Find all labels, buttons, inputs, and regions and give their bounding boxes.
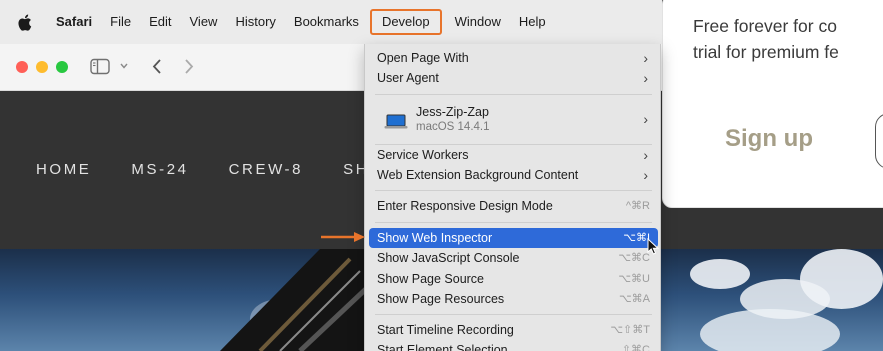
menu-item-responsive-design-mode[interactable]: Enter Responsive Design Mode ^⌘R xyxy=(369,196,658,216)
menu-separator xyxy=(375,222,652,223)
menu-item-label: Start Element Selection xyxy=(377,343,508,351)
submenu-chevron-icon: › xyxy=(643,70,648,86)
sign-up-link[interactable]: Sign up xyxy=(725,125,813,153)
menu-item-user-agent[interactable]: User Agent › xyxy=(369,68,658,88)
annotation-arrow-icon xyxy=(321,232,365,242)
menu-item-page-resources[interactable]: Show Page Resources ⌥⌘A xyxy=(369,289,658,309)
secondary-button[interactable] xyxy=(875,113,883,169)
menu-separator xyxy=(375,314,652,315)
device-os: macOS 14.4.1 xyxy=(416,121,490,133)
shortcut-label: ⌥⌘U xyxy=(618,273,650,285)
device-name: Jess-Zip-Zap xyxy=(416,105,489,119)
menu-item-page-source[interactable]: Show Page Source ⌥⌘U xyxy=(369,269,658,289)
menu-develop[interactable]: Develop xyxy=(369,9,442,35)
zoom-window-button[interactable] xyxy=(56,61,68,73)
menu-item-device[interactable]: Jess-Zip-Zap macOS 14.4.1 › xyxy=(369,101,658,141)
menu-item-label: Open Page With xyxy=(377,51,469,65)
develop-menu: Open Page With › User Agent › Jess-Zip-Z… xyxy=(364,44,661,351)
nav-ms24-link[interactable]: MS-24 xyxy=(131,161,188,178)
menu-item-label: Start Timeline Recording xyxy=(377,323,514,337)
menu-item-label: Web Extension Background Content xyxy=(377,168,579,182)
close-window-button[interactable] xyxy=(16,61,28,73)
menu-item-service-workers[interactable]: Service Workers › xyxy=(369,145,658,165)
card-text-line1: Free forever for co xyxy=(693,16,837,36)
menu-file[interactable]: File xyxy=(101,9,140,35)
submenu-chevron-icon: › xyxy=(643,147,648,163)
submenu-chevron-icon: › xyxy=(643,50,648,66)
card-description: Free forever for co trial for premium fe xyxy=(693,13,839,65)
back-icon[interactable] xyxy=(152,58,162,75)
menu-window[interactable]: Window xyxy=(446,9,510,35)
forward-icon[interactable] xyxy=(184,58,194,75)
sidebar-icon[interactable] xyxy=(90,58,110,75)
shortcut-label: ⌥⇧⌘T xyxy=(610,324,650,336)
menu-edit[interactable]: Edit xyxy=(140,9,180,35)
submenu-chevron-icon: › xyxy=(643,167,648,183)
card-text-line2: trial for premium fe xyxy=(693,42,839,62)
menu-item-label: Show Page Source xyxy=(377,272,485,286)
menu-item-web-extension-background[interactable]: Web Extension Background Content › xyxy=(369,165,658,185)
menu-item-element-selection[interactable]: Start Element Selection ⇧⌘C xyxy=(369,340,658,351)
shortcut-label: ⇧⌘C xyxy=(621,344,650,351)
menu-item-label: User Agent xyxy=(377,71,439,85)
submenu-chevron-icon: › xyxy=(643,111,648,127)
shortcut-label: ^⌘R xyxy=(625,200,650,212)
menu-bar: Safari File Edit View History Bookmarks … xyxy=(0,0,662,44)
menu-item-show-web-inspector[interactable]: Show Web Inspector ⌥⌘I xyxy=(369,228,658,248)
minimize-window-button[interactable] xyxy=(36,61,48,73)
spacecraft-hull-image xyxy=(220,249,370,351)
menu-item-label: Enter Responsive Design Mode xyxy=(377,199,553,213)
nav-crew8-link[interactable]: CREW-8 xyxy=(229,161,304,178)
chevron-down-icon[interactable] xyxy=(120,63,128,69)
menu-history[interactable]: History xyxy=(226,9,284,35)
nav-home-link[interactable]: HOME xyxy=(36,161,91,178)
menu-item-label: Show Page Resources xyxy=(377,292,505,306)
apple-logo-icon[interactable] xyxy=(16,14,33,31)
menu-item-label: Service Workers xyxy=(377,148,469,162)
shortcut-label: ⌥⌘C xyxy=(618,252,650,264)
menu-bookmarks[interactable]: Bookmarks xyxy=(285,9,368,35)
menu-separator xyxy=(375,190,652,191)
menu-view[interactable]: View xyxy=(181,9,227,35)
menu-item-label: Show JavaScript Console xyxy=(377,251,520,265)
menu-safari[interactable]: Safari xyxy=(47,9,101,35)
shortcut-label: ⌥⌘I xyxy=(623,232,650,244)
menu-item-javascript-console[interactable]: Show JavaScript Console ⌥⌘C xyxy=(369,248,658,268)
menu-separator xyxy=(375,94,652,95)
menu-item-label: Show Web Inspector xyxy=(377,231,493,245)
mouse-cursor-icon xyxy=(647,238,659,255)
signup-card: Free forever for co trial for premium fe… xyxy=(662,0,883,208)
menu-item-open-page-with[interactable]: Open Page With › xyxy=(369,48,658,68)
menu-item-timeline-recording[interactable]: Start Timeline Recording ⌥⇧⌘T xyxy=(369,320,658,340)
laptop-icon xyxy=(384,114,408,129)
shortcut-label: ⌥⌘A xyxy=(618,293,650,305)
menu-help[interactable]: Help xyxy=(510,9,555,35)
